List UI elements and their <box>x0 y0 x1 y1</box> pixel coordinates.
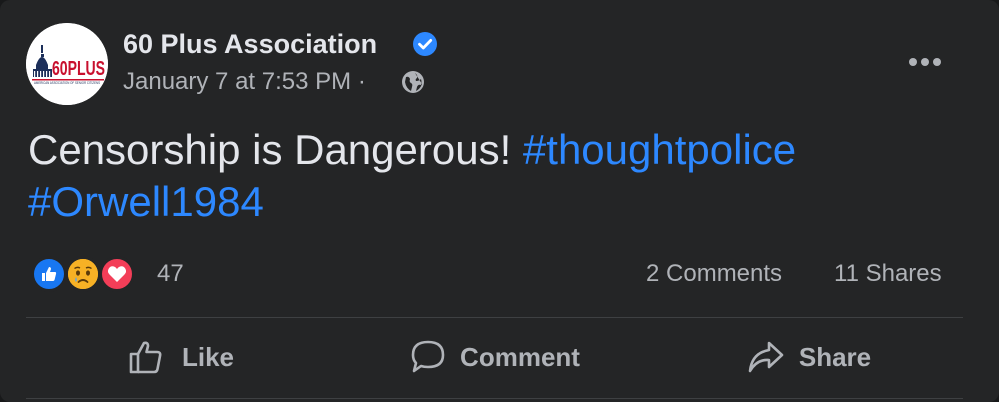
comment-button[interactable]: Comment <box>340 328 650 386</box>
more-dots-icon <box>909 58 941 66</box>
author-name[interactable]: 60 Plus Association <box>123 27 377 61</box>
share-arrow-icon <box>748 341 784 373</box>
post-body: Censorship is Dangerous! #thoughtpolice … <box>28 124 968 228</box>
verified-badge-icon <box>413 32 437 56</box>
hashtag-orwell1984[interactable]: #Orwell1984 <box>28 178 264 225</box>
author-avatar[interactable]: 60PLUS AMERICAN ASSOCIATION OF SENIOR CI… <box>26 23 108 105</box>
like-reaction <box>31 256 67 292</box>
post-text: Censorship is Dangerous! <box>28 126 512 173</box>
post-meta: January 7 at 7:53 PM · <box>123 67 366 97</box>
more-options-button[interactable] <box>900 42 950 82</box>
speech-bubble-icon <box>411 340 445 373</box>
comment-label: Comment <box>460 341 580 372</box>
logo-sixty: 60PLUS <box>52 58 105 80</box>
divider <box>26 317 963 318</box>
share-button[interactable]: Share <box>655 328 963 386</box>
share-label: Share <box>798 341 872 372</box>
sixty-plus-logo: 60PLUS AMERICAN ASSOCIATION OF SENIOR CI… <box>26 23 108 105</box>
thumbs-up-outline-icon <box>129 341 162 374</box>
sad-reaction <box>65 256 101 292</box>
globe-icon <box>402 71 424 93</box>
logo-subtext: AMERICAN ASSOCIATION OF SENIOR CITIZENS <box>34 81 100 85</box>
sad-face-icon <box>68 259 98 289</box>
meta-separator: · <box>357 68 366 95</box>
like-label: Like <box>181 341 235 372</box>
post-timestamp[interactable]: January 7 at 7:53 PM <box>123 68 351 95</box>
thumbs-up-icon <box>42 267 57 281</box>
like-button[interactable]: Like <box>26 328 336 386</box>
heart-icon <box>107 266 127 282</box>
shares-count[interactable]: 11 Shares <box>834 259 942 289</box>
hashtag-thoughtpolice[interactable]: #thoughtpolice <box>523 126 796 173</box>
post-card: 60PLUS AMERICAN ASSOCIATION OF SENIOR CI… <box>0 0 999 402</box>
reaction-count[interactable]: 47 <box>157 259 184 289</box>
comments-count[interactable]: 2 Comments <box>646 259 782 289</box>
love-reaction <box>99 256 135 292</box>
bottom-divider <box>26 398 963 399</box>
reaction-icons[interactable] <box>31 256 141 292</box>
